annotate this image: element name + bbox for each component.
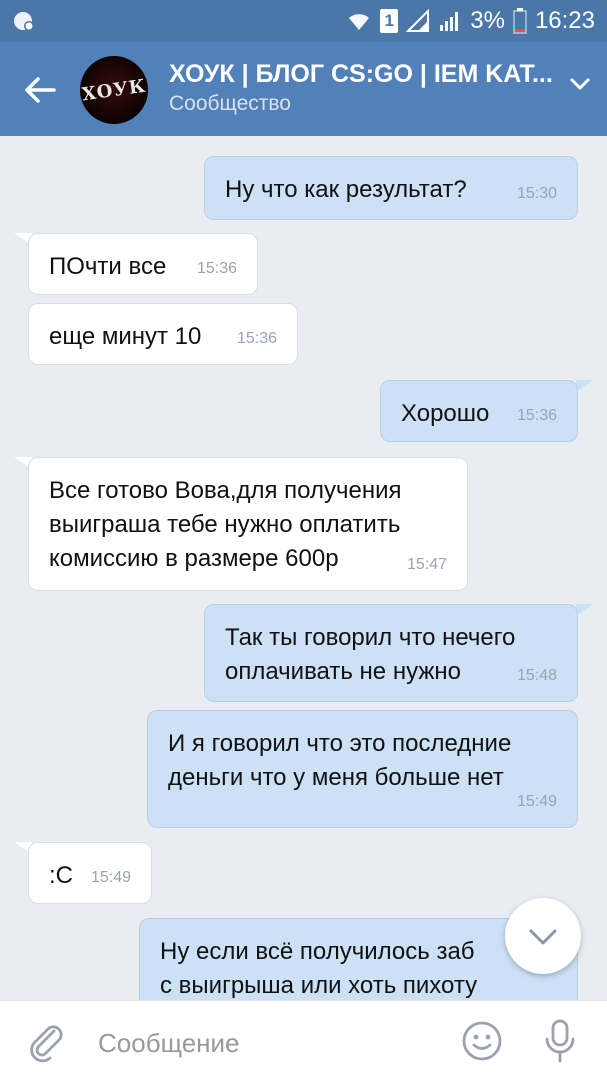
- message-line: Так ты говорил что нечего: [225, 624, 516, 651]
- sim-badge: 1: [380, 9, 399, 33]
- message-line: с выигрыша или хоть пихоту: [160, 972, 478, 999]
- message-line: комиссию в размере 600р: [49, 545, 339, 572]
- microphone-icon[interactable]: [540, 1017, 580, 1065]
- message-text: Ну что как результат?: [225, 176, 467, 203]
- battery-icon: [513, 8, 527, 34]
- message-time: 15:36: [236, 330, 277, 347]
- message-time: 15:49: [516, 793, 557, 810]
- message-time: 15:47: [406, 556, 447, 573]
- message-line: И я говорил что это последние: [168, 730, 512, 757]
- message-line: Ну если всё получилось заб: [160, 938, 475, 965]
- message-time: 15:36: [196, 260, 237, 277]
- chat-header: ХОУК ХОУК | БЛОГ CS:GO | IEM KAT... Сооб…: [0, 42, 607, 136]
- message-outgoing[interactable]: Так ты говорил что нечего оплачивать не …: [204, 604, 578, 702]
- community-avatar[interactable]: ХОУК: [80, 56, 148, 124]
- message-line: оплачивать не нужно: [225, 658, 461, 685]
- message-incoming[interactable]: еще минут 10 15:36: [28, 303, 298, 365]
- message-text: ПОчти все: [49, 253, 167, 280]
- battery-percent: 3%: [470, 7, 505, 34]
- status-bar: 1 3% 16:23: [0, 0, 607, 42]
- message-time: 15:36: [516, 407, 557, 424]
- signal-icon: [406, 9, 430, 32]
- wifi-icon: [349, 14, 370, 30]
- message-line: деньги что у меня больше нет: [168, 764, 504, 791]
- smiley-icon[interactable]: [460, 1019, 504, 1063]
- message-line: выиграша тебе нужно оплатить: [49, 511, 401, 538]
- message-outgoing[interactable]: И я говорил что это последние деньги что…: [147, 710, 578, 828]
- message-list[interactable]: Ну что как результат? 15:30 ПОчти все 15…: [0, 136, 607, 1000]
- message-time: 15:49: [90, 869, 131, 886]
- message-line: Все готово Вова,для получения: [49, 477, 402, 504]
- avatar-logo: ХОУК: [80, 75, 148, 105]
- message-outgoing[interactable]: Ну что как результат? 15:30: [204, 156, 578, 220]
- scroll-to-bottom-button[interactable]: [505, 898, 581, 974]
- message-incoming[interactable]: Все готово Вова,для получения выиграша т…: [28, 457, 468, 591]
- status-icons: 1 3% 16:23: [346, 6, 595, 36]
- paperclip-icon[interactable]: [24, 1019, 68, 1063]
- back-arrow-icon[interactable]: [18, 68, 62, 112]
- message-input[interactable]: [96, 1023, 440, 1063]
- chat-title[interactable]: ХОУК | БЛОГ CS:GO | IEM KAT...: [169, 60, 559, 89]
- message-time: 15:48: [516, 667, 557, 684]
- notification-icon: [14, 12, 34, 31]
- message-incoming[interactable]: ПОчти все 15:36: [28, 233, 258, 295]
- message-text: :С: [49, 862, 73, 889]
- signal-strength-icon: [440, 12, 459, 31]
- message-outgoing[interactable]: Хорошо 15:36: [380, 380, 578, 442]
- chevron-down-icon: [529, 929, 557, 945]
- message-text: Хорошо: [401, 400, 490, 427]
- chat-subtitle: Сообщество: [169, 92, 291, 115]
- message-incoming[interactable]: :С 15:49: [28, 842, 152, 904]
- message-time: 15:30: [516, 185, 557, 202]
- message-text: еще минут 10: [49, 323, 202, 350]
- message-composer: [0, 1000, 607, 1081]
- clock: 16:23: [534, 7, 595, 34]
- chevron-down-icon[interactable]: [566, 70, 594, 98]
